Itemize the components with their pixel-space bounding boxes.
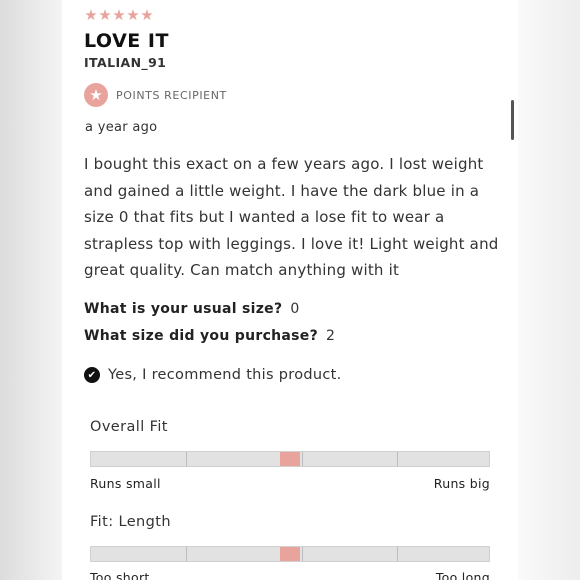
fit-bar-divider: [397, 547, 398, 561]
question-purchased-size: What size did you purchase? 2: [84, 328, 335, 344]
star-icon: ★: [84, 6, 98, 24]
fit-length-marker: [280, 547, 300, 561]
question-answer: 0: [290, 301, 300, 317]
fit-length-min: Too short: [90, 570, 150, 580]
points-badge: ★ POINTS RECIPIENT: [84, 83, 227, 107]
reviewer-username[interactable]: ITALIAN_91: [84, 55, 166, 70]
star-icon: ★: [112, 6, 126, 24]
fit-bar-divider: [302, 452, 303, 466]
star-rating: ★★★★★: [84, 6, 154, 24]
check-circle-icon: ✔: [84, 367, 100, 383]
review-card: ★★★★★ LOVE IT ITALIAN_91 ★ POINTS RECIPI…: [62, 0, 518, 580]
fit-bar-divider: [186, 547, 187, 561]
review-timestamp: a year ago: [85, 120, 158, 135]
scrollbar-thumb[interactable]: [511, 100, 514, 140]
fit-overall-min: Runs small: [90, 476, 161, 491]
star-icon: ★: [140, 6, 154, 24]
fit-length-max: Too long: [435, 570, 490, 580]
fit-length-label: Fit: Length: [90, 514, 171, 530]
fit-length-bar: [90, 546, 490, 562]
fit-overall-bar: [90, 451, 490, 467]
recommendation-text: Yes, I recommend this product.: [108, 367, 342, 383]
star-icon: ★: [98, 6, 112, 24]
fit-overall-label: Overall Fit: [90, 419, 168, 435]
question-answer: 2: [326, 328, 336, 344]
recommendation: ✔ Yes, I recommend this product.: [84, 367, 342, 383]
badge-label: POINTS RECIPIENT: [116, 88, 227, 102]
review-title: LOVE IT: [84, 30, 169, 52]
review-body: I bought this exact on a few years ago. …: [84, 155, 499, 279]
star-badge-icon: ★: [84, 83, 108, 107]
fit-bar-divider: [186, 452, 187, 466]
background-right: [518, 0, 580, 580]
question-usual-size: What is your usual size? 0: [84, 301, 300, 317]
fit-bar-divider: [397, 452, 398, 466]
question-label: What size did you purchase?: [84, 328, 319, 344]
star-icon: ★: [126, 6, 140, 24]
question-label: What is your usual size?: [84, 301, 283, 317]
fit-bar-divider: [302, 547, 303, 561]
fit-overall-max: Runs big: [433, 476, 490, 491]
fit-overall-marker: [280, 452, 300, 466]
background-left: [0, 0, 62, 580]
